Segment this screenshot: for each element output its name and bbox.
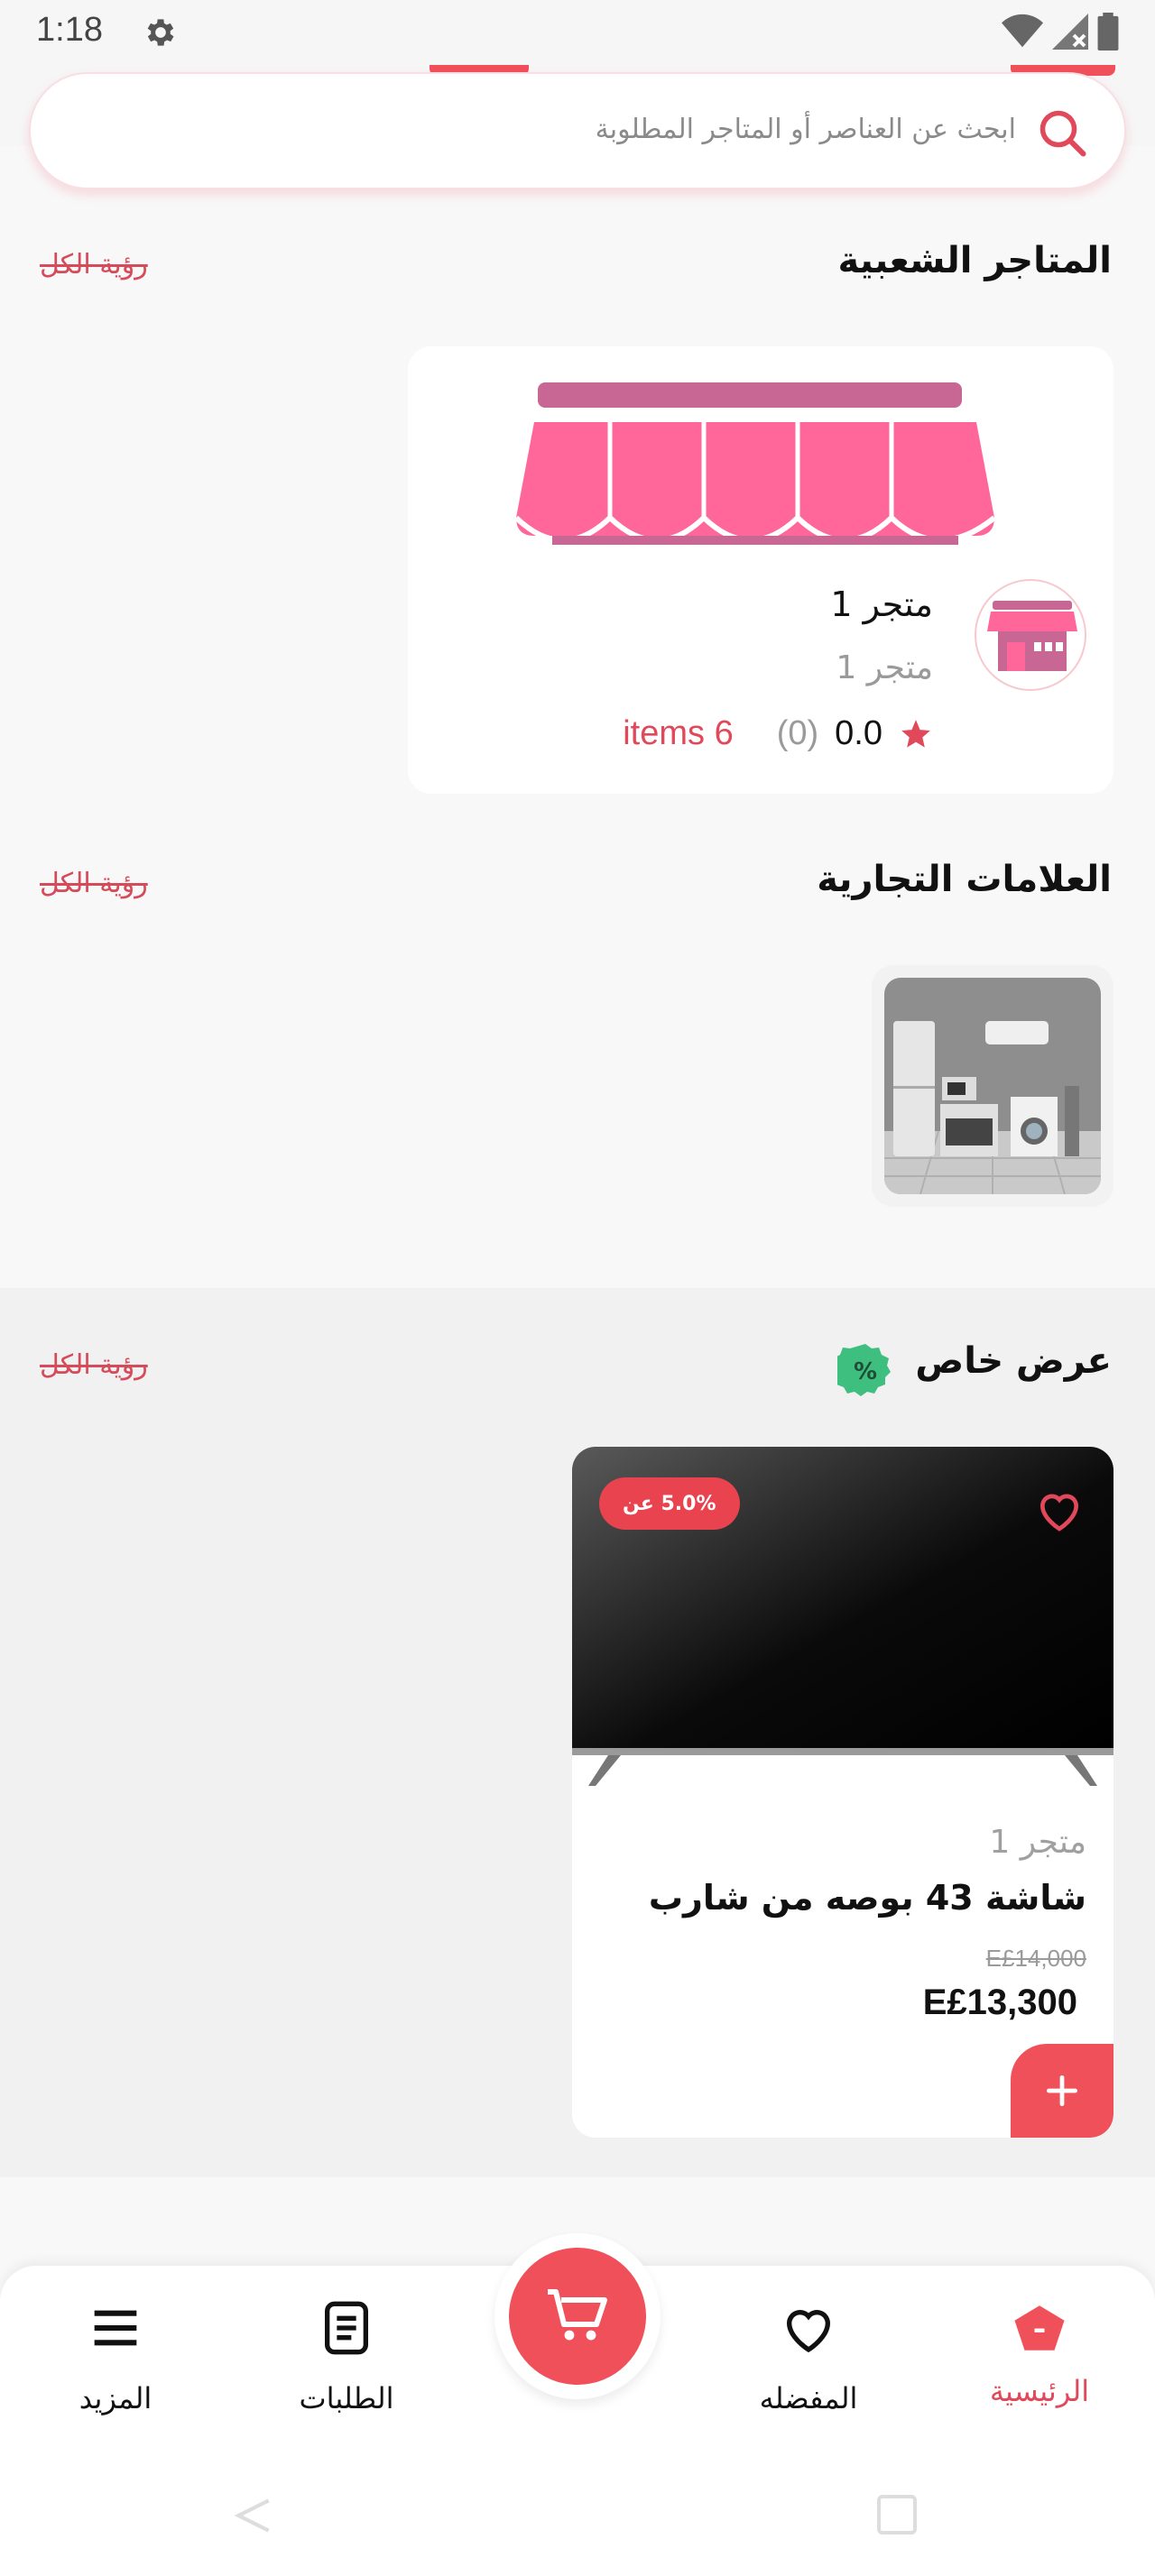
nav-label-home: الرئيسية (989, 2374, 1090, 2408)
popular-stores-see-all-link[interactable]: رؤية الكل (40, 249, 148, 281)
brand-card[interactable] (872, 965, 1113, 1207)
settings-gear-icon (147, 19, 174, 46)
status-time: 1:18 (36, 11, 103, 49)
nav-label-favorites: المفضله (759, 2381, 858, 2415)
status-icons (1002, 13, 1119, 51)
store-cover-image (516, 382, 994, 545)
battery-icon (1097, 13, 1119, 51)
system-home-icon[interactable] (875, 2493, 919, 2536)
brands-see-all-link[interactable]: رؤية الكل (40, 868, 148, 899)
store-review-count: (0) (776, 714, 819, 752)
discount-tag: 5.0% عن (599, 1477, 740, 1530)
nav-label-more: المزيد (79, 2381, 152, 2415)
product-name: شاشة 43 بوصه من شارب (648, 1878, 1086, 1918)
app-screen: 1:18 ابحث عن العناصر أو المتاجر المطلوبة… (0, 0, 1155, 2576)
search-bar[interactable]: ابحث عن العناصر أو المتاجر المطلوبة (29, 72, 1126, 189)
product-price: E£13,300 (922, 1983, 1077, 2022)
nav-item-more[interactable]: المزيد (25, 2296, 206, 2415)
discount-badge-icon: % (837, 1344, 891, 1396)
home-icon (1014, 2305, 1065, 2351)
system-back-icon[interactable] (231, 2493, 276, 2538)
product-card[interactable]: 5.0% عن متجر 1 شاشة 43 بوصه من شارب E£14… (572, 1447, 1113, 2138)
store-meta: items 6 (0) 0.0 (623, 714, 933, 753)
plus-icon (1046, 2075, 1078, 2107)
brands-title: العلامات التجارية (817, 859, 1112, 900)
cart-button[interactable] (494, 2233, 661, 2399)
favorite-heart-icon[interactable] (1034, 1486, 1085, 1533)
system-navigation-bar (0, 2464, 1155, 2576)
nav-item-home[interactable]: الرئيسية (949, 2296, 1130, 2408)
special-offer-title: عرض خاص (915, 1340, 1112, 1382)
svg-text:%: % (854, 1358, 877, 1385)
star-icon (901, 719, 930, 748)
product-old-price: E£14,000 (985, 1945, 1086, 1972)
brand-image (884, 978, 1101, 1194)
store-items-count: items 6 (623, 714, 734, 752)
wifi-icon (1002, 14, 1043, 48)
search-placeholder: ابحث عن العناصر أو المتاجر المطلوبة (595, 114, 1016, 145)
add-to-cart-button[interactable] (1011, 2044, 1113, 2138)
store-subtitle: متجر 1 (836, 649, 933, 686)
store-logo (975, 579, 1086, 691)
special-offer-see-all-link[interactable]: رؤية الكل (40, 1349, 148, 1381)
orders-icon (325, 2301, 368, 2355)
store-rating: 0.0 (835, 714, 882, 752)
cart-icon (548, 2289, 607, 2341)
signal-icon (1052, 14, 1088, 50)
nav-item-favorites[interactable]: المفضله (718, 2296, 899, 2415)
store-card[interactable]: متجر 1 متجر 1 items 6 (0) 0.0 (408, 346, 1113, 794)
store-name: متجر 1 (830, 584, 933, 624)
heart-icon (786, 2310, 831, 2353)
status-bar: 1:18 (0, 0, 1155, 65)
search-icon (1040, 110, 1086, 157)
menu-icon (94, 2310, 137, 2346)
popular-stores-title: المتاجر الشعبية (837, 240, 1112, 281)
nav-item-orders[interactable]: الطلبات (256, 2296, 437, 2415)
store-icon (987, 601, 1077, 671)
product-store-name: متجر 1 (989, 1824, 1086, 1861)
nav-label-orders: الطلبات (299, 2381, 394, 2415)
